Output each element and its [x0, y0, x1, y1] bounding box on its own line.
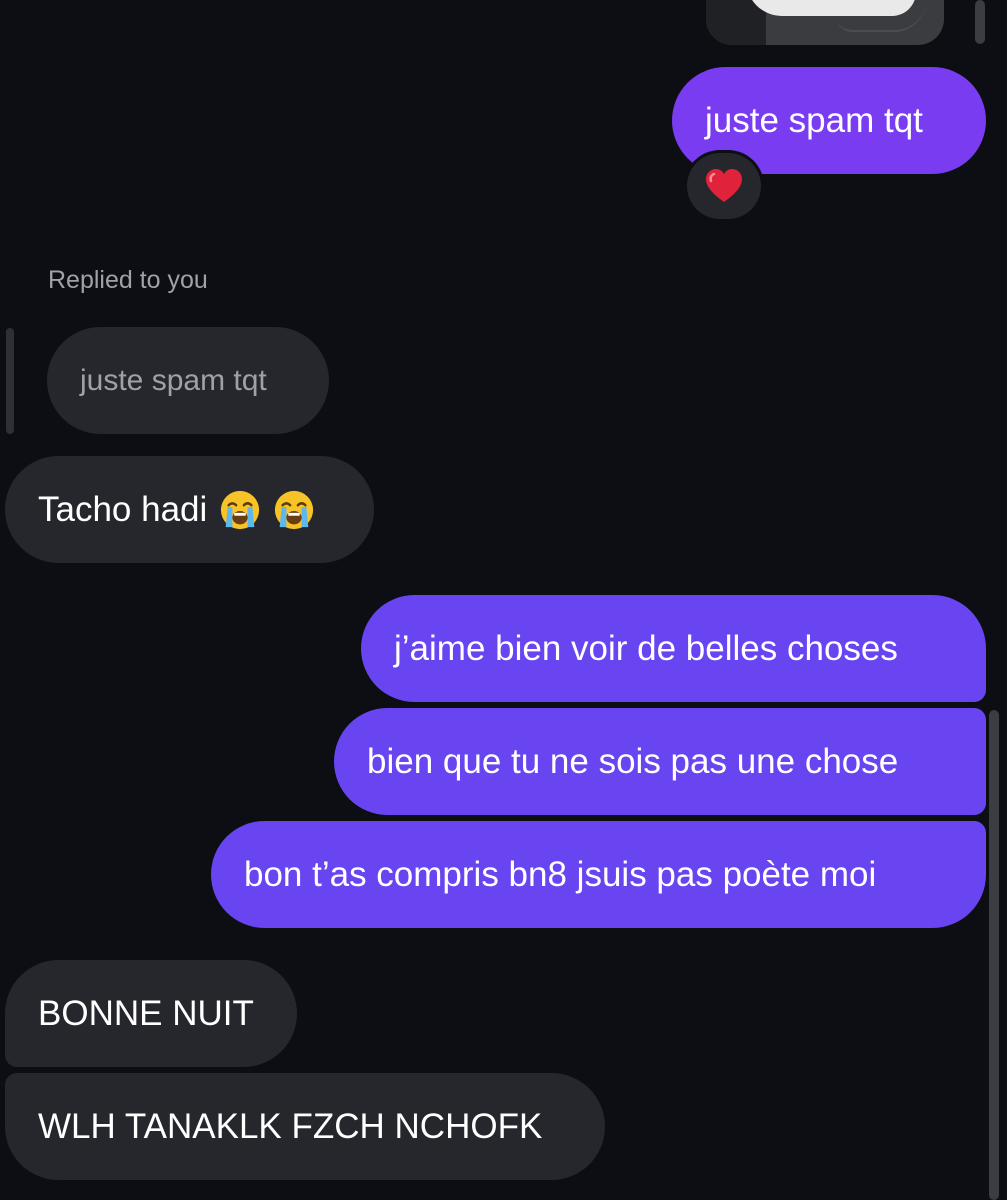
reaction-badge[interactable] [684, 150, 764, 222]
message-text: bon t’as compris bn8 jsuis pas poète moi [244, 854, 877, 894]
message-text: BONNE NUIT [38, 993, 254, 1033]
sent-message-bubble[interactable]: bien que tu ne sois pas une chose [334, 708, 986, 815]
sent-message-bubble[interactable]: j’aime bien voir de belles choses [361, 595, 986, 702]
replied-label: Replied to you [48, 266, 208, 294]
quoted-text: juste spam tqt [80, 363, 267, 397]
received-message-bubble[interactable]: WLH TANAKLK FZCH NCHOFK [5, 1073, 605, 1180]
reply-indicator-bar [6, 328, 14, 434]
received-message-bubble[interactable]: Tacho hadi [5, 456, 374, 563]
message-text: Tacho hadi [38, 489, 208, 529]
message-text: WLH TANAKLK FZCH NCHOFK [38, 1106, 543, 1146]
heart-icon [706, 169, 742, 202]
crying-face-icon [275, 490, 314, 529]
scrollbar-top[interactable] [975, 0, 985, 44]
received-message-bubble[interactable]: BONNE NUIT [5, 960, 297, 1067]
scrollbar[interactable] [989, 710, 999, 1200]
shared-photo[interactable] [706, 0, 944, 45]
crying-face-icon [221, 490, 260, 529]
quoted-message[interactable]: juste spam tqt [47, 327, 329, 434]
message-text: juste spam tqt [705, 100, 923, 140]
message-text: bien que tu ne sois pas une chose [367, 741, 899, 781]
message-text: j’aime bien voir de belles choses [394, 628, 898, 668]
sent-message-bubble[interactable]: bon t’as compris bn8 jsuis pas poète moi [211, 821, 986, 928]
